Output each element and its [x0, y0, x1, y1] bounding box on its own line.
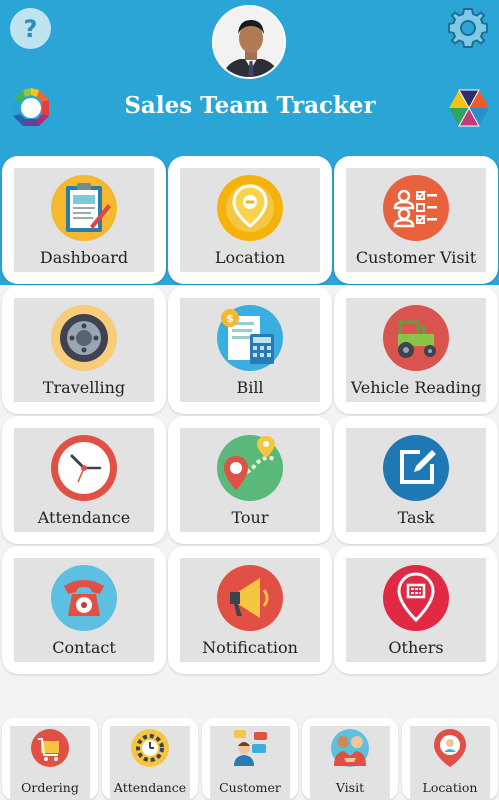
menu-tile: Vehicle Reading — [346, 298, 486, 402]
nav-location[interactable]: Location — [402, 718, 498, 800]
person-pin-icon — [434, 729, 466, 767]
menu-task[interactable]: Task — [334, 416, 498, 544]
menu-label: Dashboard — [39, 248, 129, 267]
menu-vehicle-reading[interactable]: Vehicle Reading — [334, 286, 498, 414]
edit-task-icon — [383, 435, 449, 501]
menu-dashboard[interactable]: Dashboard — [2, 156, 166, 284]
map-route-icon — [217, 435, 283, 501]
menu-tile: Contact — [14, 558, 154, 662]
nav-label: Location — [422, 780, 478, 795]
menu-tile: Notification — [180, 558, 320, 662]
bill-calculator-icon: $ — [217, 305, 283, 371]
menu-tile: Location — [180, 168, 320, 272]
menu-travelling[interactable]: Travelling — [2, 286, 166, 414]
menu-tile: Tour — [180, 428, 320, 532]
clock-icon — [51, 435, 117, 501]
menu-label: Others — [388, 638, 444, 657]
question-mark-icon: ? — [23, 14, 38, 43]
wheel-icon — [51, 305, 117, 371]
menu-attendance[interactable]: Attendance — [2, 416, 166, 544]
menu-notification[interactable]: Notification — [168, 546, 332, 674]
menu-label: Travelling — [42, 378, 126, 397]
nav-tile: Ordering — [10, 726, 90, 800]
nav-label: Customer — [219, 780, 281, 795]
menu-label: Notification — [202, 638, 298, 657]
app-logo-icon — [13, 88, 49, 126]
menu-tile: Attendance — [14, 428, 154, 532]
app-title: Sales Team Tracker — [124, 92, 376, 119]
location-pin-icon — [217, 175, 283, 241]
nav-tile: Visit — [310, 726, 390, 800]
nav-attendance[interactable]: Attendance — [102, 718, 198, 800]
nav-tile: Location — [410, 726, 490, 800]
nav-visit[interactable]: Visit — [302, 718, 398, 800]
others-pin-icon — [383, 565, 449, 631]
hexagon-logo-icon — [449, 89, 489, 127]
menu-label: Customer Visit — [355, 248, 477, 267]
svg-text:$: $ — [226, 312, 234, 325]
cart-icon — [31, 729, 69, 767]
nav-label: Visit — [335, 780, 365, 795]
nav-tile: Customer — [210, 726, 290, 800]
menu-label: Location — [214, 248, 286, 267]
nav-label: Ordering — [21, 780, 79, 795]
bottom-navigation: Ordering Attendance Customer Visit Locat… — [0, 712, 499, 800]
menu-contact[interactable]: Contact — [2, 546, 166, 674]
menu-location[interactable]: Location — [168, 156, 332, 284]
handshake-icon — [331, 729, 369, 767]
menu-label: Contact — [52, 638, 116, 657]
menu-label: Bill — [236, 378, 264, 397]
customer-chat-icon — [234, 730, 267, 766]
menu-bill[interactable]: $ Bill — [168, 286, 332, 414]
nav-customer[interactable]: Customer — [202, 718, 298, 800]
nav-label: Attendance — [113, 780, 187, 795]
menu-others[interactable]: Others — [334, 546, 498, 674]
user-avatar[interactable] — [212, 5, 286, 79]
menu-tile: Customer Visit — [346, 168, 486, 272]
gear-clock-icon — [131, 729, 169, 767]
menu-tile: Travelling — [14, 298, 154, 402]
menu-label: Vehicle Reading — [350, 378, 482, 397]
nav-tile: Attendance — [110, 726, 190, 800]
menu-tile: Others — [346, 558, 486, 662]
gear-icon[interactable] — [446, 6, 490, 50]
menu-tile: Dashboard — [14, 168, 154, 272]
menu-tile: $ Bill — [180, 298, 320, 402]
tractor-icon — [383, 305, 449, 371]
menu-label: Task — [397, 508, 435, 527]
menu-tour[interactable]: Tour — [168, 416, 332, 544]
menu-customer-visit[interactable]: Customer Visit — [334, 156, 498, 284]
telephone-icon — [51, 565, 117, 631]
help-button[interactable]: ? — [10, 8, 51, 49]
menu-label: Tour — [231, 508, 269, 527]
clipboard-icon — [51, 175, 117, 241]
menu-label: Attendance — [37, 508, 131, 527]
menu-tile: Task — [346, 428, 486, 532]
megaphone-icon — [217, 565, 283, 631]
nav-ordering[interactable]: Ordering — [2, 718, 98, 800]
customer-visit-icon — [383, 175, 449, 241]
